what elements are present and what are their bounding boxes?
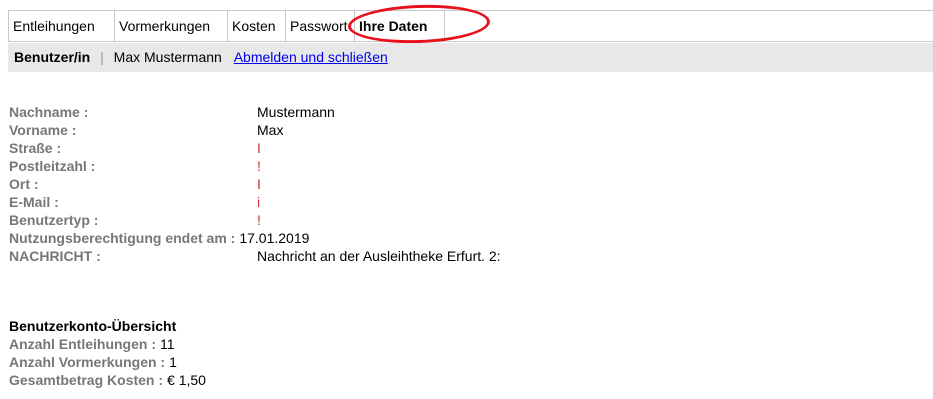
detail-value: !	[257, 158, 261, 174]
detail-label: Nutzungsberechtigung endet am :	[9, 230, 236, 246]
detail-label: Postleitzahl :	[9, 158, 96, 174]
detail-label: Nachname :	[9, 104, 89, 120]
detail-value: i	[257, 194, 261, 210]
account-summary: Benutzerkonto-Übersicht Anzahl Entleihun…	[9, 317, 206, 389]
summary-label: Gesamtbetrag Kosten :	[9, 372, 164, 388]
detail-value: 17.01.2019	[239, 230, 310, 246]
detail-label: Straße :	[9, 140, 62, 156]
tab-passwort[interactable]: Passwort	[286, 11, 355, 41]
tab-entleihungen[interactable]: Entleihungen	[8, 11, 115, 41]
detail-row: Straße : I	[9, 139, 501, 157]
detail-row: Benutzertyp :!	[9, 211, 501, 229]
detail-value: !	[257, 212, 261, 228]
summary-value: 1	[169, 354, 177, 370]
user-bar: Benutzer/in | Max Mustermann Abmelden un…	[8, 43, 933, 72]
detail-label: Ort :	[9, 176, 39, 192]
detail-row: Vorname : Max	[9, 121, 501, 139]
detail-value: I	[257, 140, 261, 156]
detail-row: Nachname : Mustermann	[9, 103, 501, 121]
summary-row: Anzahl Vormerkungen :1	[9, 353, 206, 371]
summary-value: € 1,50	[167, 372, 206, 388]
summary-value: 11	[160, 336, 175, 352]
detail-row: NACHRICHT : Nachricht an der Ausleihtheke…	[9, 247, 501, 265]
detail-label: NACHRICHT :	[9, 248, 101, 264]
summary-row: Anzahl Entleihungen :11	[9, 335, 206, 353]
detail-label: Benutzertyp :	[9, 212, 99, 228]
summary-title: Benutzerkonto-Übersicht	[9, 318, 177, 334]
detail-value: Mustermann	[257, 104, 335, 120]
detail-row: Nutzungsberechtigung endet am :17.01.201…	[9, 229, 501, 247]
detail-value: I	[257, 176, 261, 192]
summary-label: Anzahl Entleihungen :	[9, 336, 156, 352]
tab-vormerkungen[interactable]: Vormerkungen	[115, 11, 228, 41]
detail-row: Postleitzahl :!	[9, 157, 501, 175]
summary-label: Anzahl Vormerkungen :	[9, 354, 166, 370]
separator: |	[100, 49, 104, 65]
detail-row: E-Mail : i	[9, 193, 501, 211]
user-name: Max Mustermann	[113, 49, 222, 65]
detail-value: Max	[257, 122, 284, 138]
detail-row: Ort : I	[9, 175, 501, 193]
user-label: Benutzer/in	[14, 49, 91, 65]
detail-value: Nachricht an der Ausleihtheke Erfurt. 2:	[257, 248, 501, 264]
user-details: Nachname : Mustermann Vorname : Max Straße…	[9, 103, 501, 265]
detail-label: Vorname :	[9, 122, 77, 138]
summary-row: Gesamtbetrag Kosten : € 1,50	[9, 371, 206, 389]
detail-label: E-Mail :	[9, 194, 59, 210]
logout-link[interactable]: Abmelden und schließen	[234, 49, 388, 65]
tab-kosten[interactable]: Kosten	[228, 11, 286, 41]
